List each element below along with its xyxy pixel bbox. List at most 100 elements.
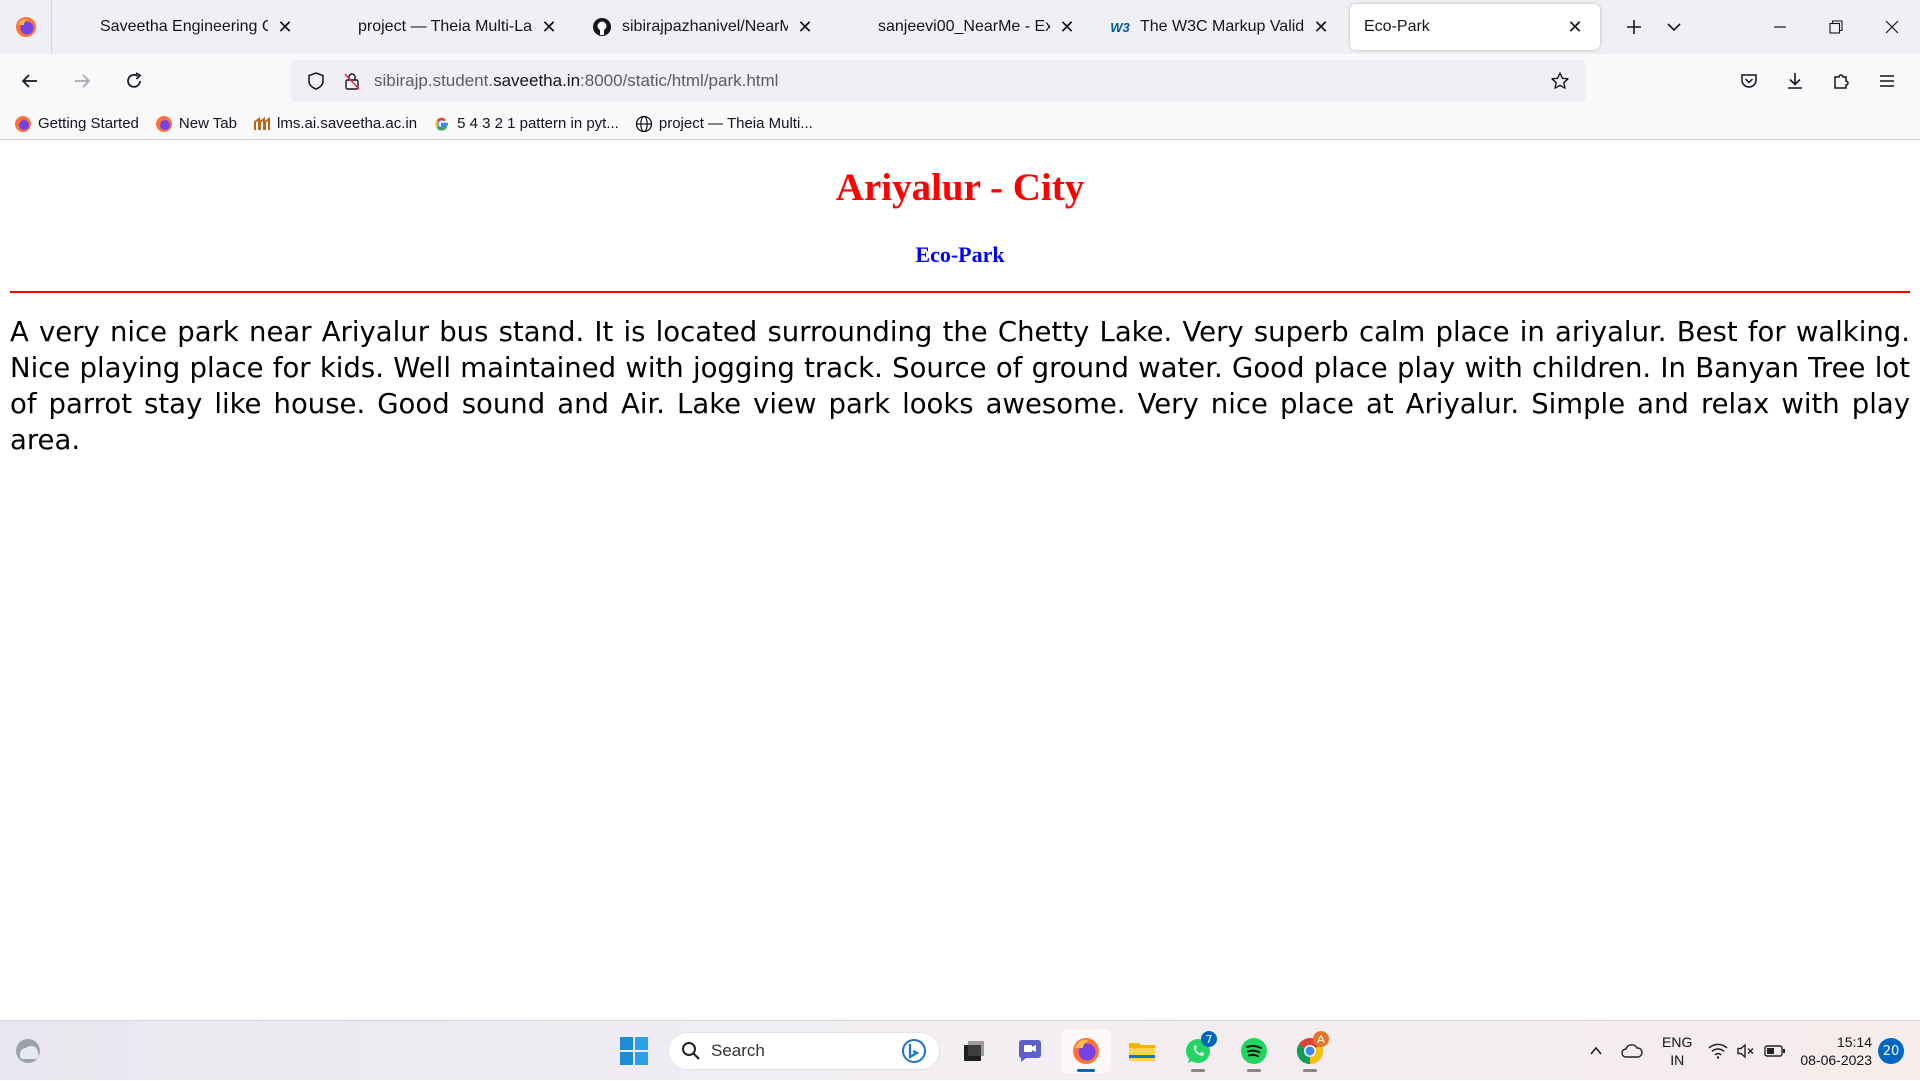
url-text[interactable]: sibirajp.student.saveetha.in:8000/static…	[374, 71, 1546, 91]
blank-page-icon	[848, 17, 868, 37]
running-indicator	[1191, 1069, 1205, 1072]
network-button[interactable]	[1704, 1031, 1732, 1071]
bookmark-label: 5 4 3 2 1 pattern in pyt...	[457, 115, 619, 132]
downloads-button[interactable]	[1772, 59, 1818, 103]
forward-button[interactable]	[60, 59, 104, 103]
back-button[interactable]	[8, 59, 52, 103]
search-icon	[682, 1042, 700, 1060]
github-icon	[592, 17, 612, 37]
input-language-indicator[interactable]: ENG IN	[1662, 1033, 1692, 1069]
clock-date: 08-06-2023	[1800, 1052, 1872, 1068]
list-all-tabs-button[interactable]	[1654, 7, 1694, 47]
start-button[interactable]	[609, 1029, 659, 1073]
pocket-button[interactable]	[1726, 59, 1772, 103]
close-icon[interactable]: ✕	[794, 16, 816, 38]
bookmark-lms[interactable]: lms.ai.saveetha.ac.in	[253, 115, 417, 133]
navigation-toolbar: sibirajp.student.saveetha.in:8000/static…	[0, 54, 1920, 108]
bookmark-getting-started[interactable]: Getting Started	[14, 115, 139, 133]
tab-title: project — Theia Multi-Language	[358, 18, 532, 35]
description-paragraph: A very nice park near Ariyalur bus stand…	[10, 316, 1910, 456]
tab-title: The W3C Markup Validation	[1140, 18, 1304, 35]
reload-button[interactable]	[112, 59, 156, 103]
minimize-icon	[1774, 26, 1786, 28]
weather-widget-button[interactable]	[12, 1035, 44, 1067]
chrome-button[interactable]: A	[1285, 1029, 1335, 1073]
window-controls	[1752, 0, 1920, 54]
tab-title: Saveetha Engineering College	[100, 18, 268, 35]
puzzle-icon	[1834, 74, 1849, 89]
file-explorer-button[interactable]	[1117, 1029, 1167, 1073]
folder-icon	[1129, 1043, 1155, 1061]
close-icon[interactable]: ✕	[1310, 16, 1332, 38]
page-subheading: Eco-Park	[915, 242, 1005, 267]
firefox-view-button[interactable]	[0, 0, 52, 54]
tab-sanjeevi[interactable]: sanjeevi00_NearMe - Ex-04 near ✕	[834, 4, 1092, 50]
whatsapp-button[interactable]: 7	[1173, 1029, 1223, 1073]
speaker-muted-icon	[1737, 1043, 1754, 1059]
clock[interactable]: 15:14 08-06-2023	[1800, 1033, 1872, 1069]
firefox-icon	[15, 17, 36, 37]
url-suffix: :8000/static/html/park.html	[580, 71, 779, 90]
battery-icon	[1764, 1045, 1786, 1057]
bookmark-star-icon[interactable]	[1546, 67, 1574, 95]
tracking-protection-shield-icon[interactable]	[302, 67, 330, 95]
close-icon[interactable]: ✕	[538, 16, 560, 38]
download-icon	[1788, 73, 1802, 89]
close-icon	[1885, 20, 1899, 34]
close-icon[interactable]: ✕	[1564, 16, 1586, 38]
page-content: Ariyalur - City Eco-Park A very nice par…	[0, 141, 1920, 1020]
close-icon[interactable]: ✕	[274, 16, 296, 38]
blank-page-icon	[70, 17, 90, 37]
bookmark-label: lms.ai.saveetha.ac.in	[277, 115, 418, 132]
bookmark-google-pattern[interactable]: 5 4 3 2 1 pattern in pyt...	[433, 115, 619, 133]
running-indicator	[1247, 1069, 1261, 1072]
profile-badge: A	[1313, 1031, 1329, 1047]
globe-icon	[635, 115, 653, 133]
bookmark-label: Getting Started	[38, 115, 139, 132]
task-view-button[interactable]	[949, 1029, 999, 1073]
new-tab-button[interactable]	[1614, 7, 1654, 47]
chevron-up-icon	[1590, 1046, 1602, 1055]
spotify-button[interactable]	[1229, 1029, 1279, 1073]
close-icon[interactable]: ✕	[1056, 16, 1078, 38]
lms-icon	[253, 115, 271, 133]
tab-github[interactable]: sibirajpazhanivel/NearMe ✕	[578, 4, 830, 50]
google-icon	[433, 115, 451, 133]
firefox-taskbar-button[interactable]	[1061, 1029, 1111, 1073]
restore-button[interactable]	[1808, 0, 1864, 54]
arrow-left-icon	[21, 74, 37, 88]
bookmark-new-tab[interactable]: New Tab	[155, 115, 237, 133]
close-window-button[interactable]	[1864, 0, 1920, 54]
extensions-button[interactable]	[1818, 59, 1864, 103]
tab-theia[interactable]: project — Theia Multi-Language ✕	[314, 4, 574, 50]
battery-button[interactable]	[1760, 1031, 1790, 1071]
unread-badge: 7	[1201, 1031, 1217, 1047]
windows-logo-icon	[620, 1037, 648, 1065]
tab-saveetha[interactable]: Saveetha Engineering College ✕	[56, 4, 310, 50]
tab-strip: Saveetha Engineering College ✕ project —…	[0, 0, 1920, 54]
tab-w3c[interactable]: W3 The W3C Markup Validation ✕	[1096, 4, 1346, 50]
taskbar-search[interactable]: Search	[668, 1032, 940, 1070]
plus-icon	[1627, 20, 1641, 34]
show-hidden-icons-button[interactable]	[1578, 1031, 1614, 1071]
chevron-down-icon	[1667, 23, 1681, 32]
tab-actions	[1614, 7, 1694, 47]
video-chat-icon	[1018, 1040, 1041, 1062]
region-code: IN	[1670, 1052, 1685, 1068]
insecure-lock-icon[interactable]	[338, 67, 366, 95]
bookmark-theia[interactable]: project — Theia Multi...	[635, 115, 813, 133]
teams-chat-button[interactable]	[1005, 1029, 1055, 1073]
notification-center-badge[interactable]: 20	[1878, 1038, 1904, 1064]
volume-button[interactable]	[1732, 1031, 1760, 1071]
taskbar-apps: Search 7 A	[606, 1029, 1338, 1073]
arrow-right-icon	[75, 74, 91, 88]
minimize-button[interactable]	[1752, 0, 1808, 54]
app-menu-button[interactable]	[1864, 59, 1910, 103]
weather-icon	[16, 1039, 40, 1063]
firefox-icon	[1073, 1038, 1099, 1064]
tab-eco-park[interactable]: Eco-Park ✕	[1350, 4, 1600, 50]
onedrive-button[interactable]	[1614, 1031, 1650, 1071]
bookmark-label: New Tab	[178, 115, 237, 132]
active-indicator	[1077, 1069, 1095, 1072]
address-bar[interactable]: sibirajp.student.saveetha.in:8000/static…	[290, 60, 1586, 102]
